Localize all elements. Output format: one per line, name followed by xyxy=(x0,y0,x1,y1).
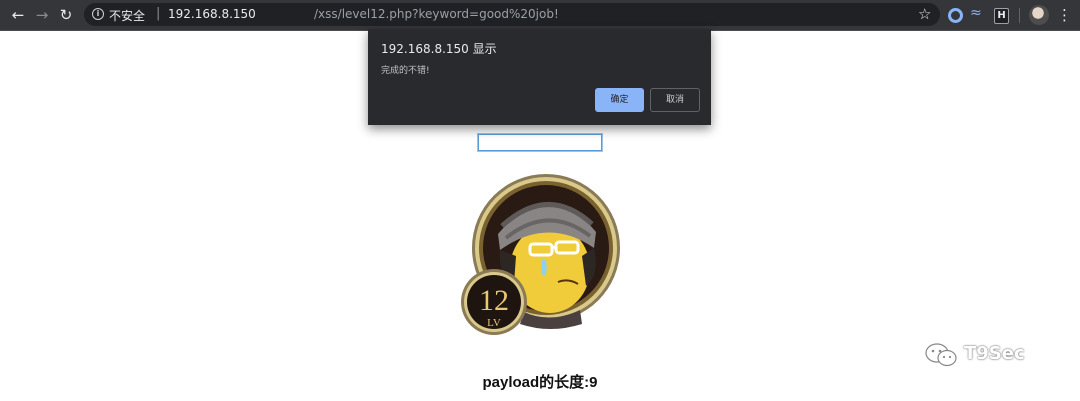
star-icon[interactable]: ☆ xyxy=(918,5,931,23)
browser-toolbar: ← → ↻ i 不安全 | 192.168.8.150 /xss/level12… xyxy=(0,0,1080,31)
more-vert-icon[interactable]: ⋮ xyxy=(1057,5,1072,25)
profile-avatar[interactable] xyxy=(1029,5,1049,25)
reload-icon: ↻ xyxy=(59,6,73,24)
security-label[interactable]: 不安全 xyxy=(109,7,145,24)
level-number-text: 12 xyxy=(479,284,509,317)
info-icon[interactable]: i xyxy=(92,8,104,20)
payload-length-label: payload的长度:9 xyxy=(482,374,598,391)
keyword-input[interactable] xyxy=(477,133,603,152)
extension-h-icon[interactable]: H xyxy=(994,8,1009,24)
wechat-icon xyxy=(925,343,957,367)
address-bar[interactable]: i 不安全 | 192.168.8.150 /xss/level12.php?k… xyxy=(84,3,940,26)
toolbar-divider xyxy=(1019,8,1020,23)
forward-button[interactable]: → xyxy=(32,5,52,25)
back-button[interactable]: ← xyxy=(8,5,28,25)
extension-circle-icon[interactable] xyxy=(948,8,963,23)
dialog-message: 完成的不错! xyxy=(381,66,430,76)
extension-wave-icon[interactable]: ≈ xyxy=(970,5,986,21)
level-suffix-text: LV xyxy=(487,317,501,329)
ok-button[interactable]: 确定 xyxy=(595,88,644,112)
watermark-text: T9Sec xyxy=(964,343,1025,364)
url-host[interactable]: 192.168.8.150 xyxy=(168,7,256,21)
alert-dialog: 192.168.8.150 显示 完成的不错! 确定 取消 xyxy=(368,29,711,125)
arrow-right-icon: → xyxy=(35,6,49,24)
dialog-title: 192.168.8.150 显示 xyxy=(381,42,497,56)
cancel-button[interactable]: 取消 xyxy=(650,88,700,112)
arrow-left-icon: ← xyxy=(11,6,25,24)
reload-button[interactable]: ↻ xyxy=(56,5,76,25)
level-avatar-image: 12 LV xyxy=(461,174,620,335)
url-path[interactable]: /xss/level12.php?keyword=good%20job! xyxy=(314,7,559,21)
url-separator: | xyxy=(156,6,161,21)
